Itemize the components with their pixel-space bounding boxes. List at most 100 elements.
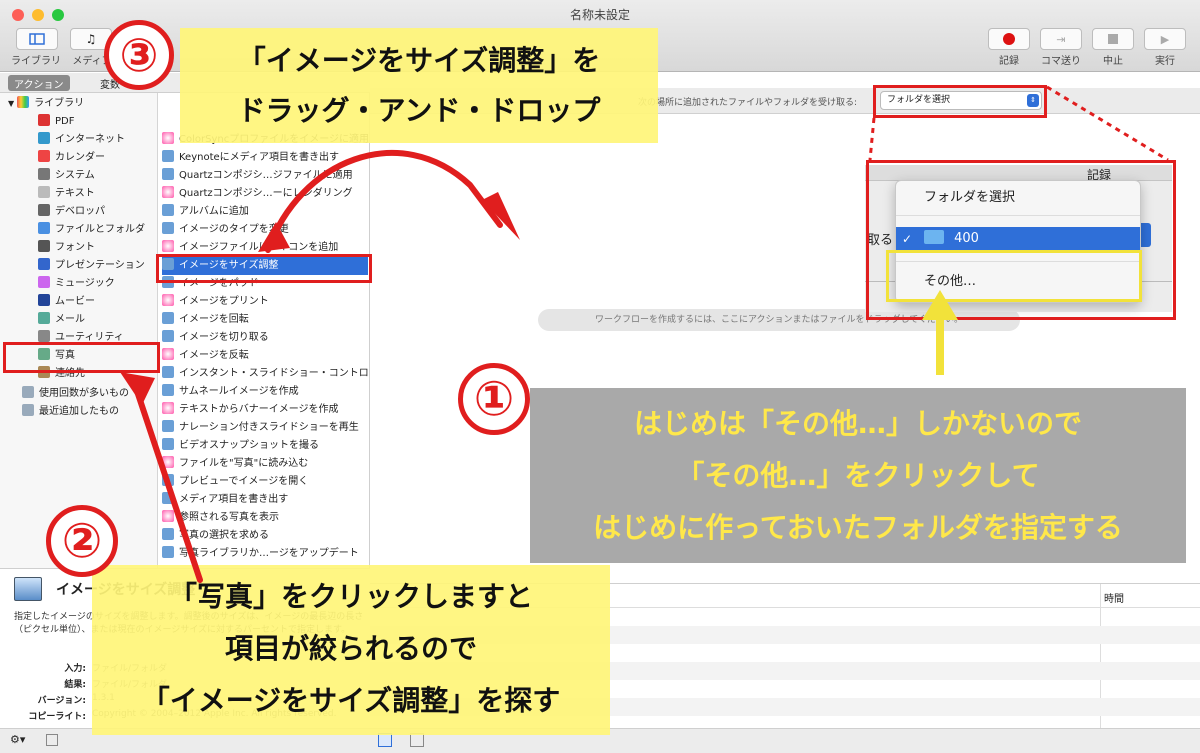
- action-item-label: イメージをプリント: [179, 296, 269, 307]
- library-item-label: デベロッパ: [55, 206, 105, 217]
- library-item-label: PDF: [55, 116, 75, 127]
- action-icon: [162, 204, 174, 216]
- library-list: ▼ ライブラリ PDF インターネットカレンダーシステムテキストデベロッパファイルと…: [0, 93, 158, 568]
- highlight-folder-select: [873, 85, 1047, 118]
- action-item-15[interactable]: テキストからバナーイメージを作成: [162, 401, 368, 419]
- action-icon: [162, 510, 174, 522]
- library-item-5[interactable]: デベロッパ: [38, 203, 105, 221]
- library-item-label: インターネット: [55, 134, 125, 145]
- sidebar-icon: [29, 33, 45, 45]
- action-item-23[interactable]: 写真ライブラリか…ージをアップデート: [162, 545, 368, 563]
- smart-folder-0[interactable]: 使用回数が多いもの: [22, 385, 129, 403]
- action-item-label: 写真ライブラリか…ージをアップデート: [179, 548, 359, 559]
- action-item-22[interactable]: 写真の選択を求める: [162, 527, 368, 545]
- library-item-0[interactable]: PDF: [38, 113, 74, 131]
- window-title: 名称未設定: [569, 8, 630, 22]
- library-item-7[interactable]: フォント: [38, 239, 95, 257]
- action-item-20[interactable]: メディア項目を書き出す: [162, 491, 368, 509]
- library-item-8[interactable]: プレゼンテーション: [38, 257, 145, 275]
- list-view-icon[interactable]: [378, 733, 392, 747]
- action-item-1[interactable]: Keynoteにメディア項目を書き出す: [162, 149, 368, 167]
- stop-button[interactable]: [1092, 28, 1134, 50]
- action-icon: [162, 132, 174, 144]
- action-icon: [162, 528, 174, 540]
- library-item-label: メール: [55, 314, 85, 325]
- library-item-6[interactable]: ファイルとフォルダ: [38, 221, 145, 239]
- action-item-10[interactable]: イメージを回転: [162, 311, 368, 329]
- action-item-label: プレビューでイメージを開く: [179, 476, 309, 487]
- action-item-label: イメージのタイプを変更: [179, 224, 289, 235]
- stop-label: 中止: [1103, 56, 1123, 67]
- library-root-label: ライブラリ: [34, 98, 85, 109]
- action-item-4[interactable]: アルバムに追加: [162, 203, 368, 221]
- action-item-label: イメージを反転: [179, 350, 249, 361]
- gear-icon[interactable]: ⚙︎▾: [10, 733, 25, 746]
- music-note-icon: ♫: [85, 32, 97, 46]
- record-icon: [1003, 33, 1015, 45]
- action-item-13[interactable]: インスタント・スライドショー・コントローラ: [162, 365, 368, 383]
- action-item-3[interactable]: Quartzコンポジシ…ーにレンダリング: [162, 185, 368, 203]
- action-item-9[interactable]: イメージをプリント: [162, 293, 368, 311]
- action-item-2[interactable]: Quartzコンポジシ…ジファイルに適用: [162, 167, 368, 185]
- action-icon: [162, 456, 174, 468]
- library-item-label: テキスト: [55, 188, 95, 199]
- library-item-label: ファイルとフォルダ: [55, 224, 145, 235]
- step-button[interactable]: ⇥: [1040, 28, 1082, 50]
- note1-line-1: はじめは「その他…」しかないので: [633, 407, 1082, 440]
- annotation-number-1: ①: [458, 363, 530, 435]
- smart-folder-1[interactable]: 最近追加したもの: [22, 403, 119, 421]
- category-icon: [38, 114, 50, 126]
- action-item-14[interactable]: サムネールイメージを作成: [162, 383, 368, 401]
- action-icon: [162, 294, 174, 306]
- library-root[interactable]: ▼ ライブラリ: [8, 95, 84, 113]
- annotation-number-2: ②: [46, 505, 118, 577]
- action-item-11[interactable]: イメージを切り取る: [162, 329, 368, 347]
- library-toggle-button[interactable]: [16, 28, 58, 50]
- action-item-label: サムネールイメージを作成: [179, 386, 299, 397]
- library-item-label: ムービー: [55, 296, 95, 307]
- library-item-label: フォント: [55, 242, 95, 253]
- category-icon: [38, 186, 50, 198]
- annotation-note-3: 「イメージをサイズ調整」を ドラッグ・アンド・ドロップ: [180, 28, 658, 143]
- library-item-1[interactable]: インターネット: [38, 131, 125, 149]
- run-button[interactable]: ▶: [1144, 28, 1186, 50]
- highlight-photos: [3, 342, 160, 373]
- flow-view-icon[interactable]: [410, 733, 424, 747]
- category-icon: [38, 168, 50, 180]
- action-item-label: ファイルを"写真"に読み込む: [179, 458, 309, 469]
- action-item-label: 写真の選択を求める: [179, 530, 269, 541]
- library-item-4[interactable]: テキスト: [38, 185, 95, 203]
- collapse-icon[interactable]: [46, 734, 58, 746]
- action-item-18[interactable]: ファイルを"写真"に読み込む: [162, 455, 368, 473]
- action-item-19[interactable]: プレビューでイメージを開く: [162, 473, 368, 491]
- action-item-17[interactable]: ビデオスナップショットを撮る: [162, 437, 368, 455]
- resize-image-icon: [14, 577, 42, 601]
- category-icon: [38, 132, 50, 144]
- action-icon: [162, 546, 174, 558]
- action-item-label: ナレーション付きスライドショーを再生: [179, 422, 359, 433]
- action-item-label: テキストからバナーイメージを作成: [179, 404, 339, 415]
- action-item-16[interactable]: ナレーション付きスライドショーを再生: [162, 419, 368, 437]
- library-item-label: プレゼンテーション: [55, 260, 145, 271]
- action-item-5[interactable]: イメージのタイプを変更: [162, 221, 368, 239]
- note1-line-3: はじめに作っておいたフォルダを指定する: [593, 511, 1123, 544]
- action-icon: [162, 402, 174, 414]
- smart-folder-label: 使用回数が多いもの: [39, 388, 129, 399]
- note2-line-2: 項目が絞られるので: [224, 632, 477, 665]
- receive-label: 次の場所に追加されたファイルやフォルダを受け取る:: [638, 98, 858, 108]
- library-label: ライブラリ: [11, 56, 61, 67]
- category-icon: [38, 312, 50, 324]
- library-item-2[interactable]: カレンダー: [38, 149, 105, 167]
- action-icon: [162, 366, 174, 378]
- library-item-label: システム: [55, 170, 95, 181]
- library-item-3[interactable]: システム: [38, 167, 95, 185]
- library-item-11[interactable]: メール: [38, 311, 85, 329]
- library-item-10[interactable]: ムービー: [38, 293, 95, 311]
- field-label: バージョン:: [37, 696, 86, 706]
- tab-actions[interactable]: アクション: [8, 75, 70, 91]
- action-icon: [162, 330, 174, 342]
- action-item-12[interactable]: イメージを反転: [162, 347, 368, 365]
- library-item-9[interactable]: ミュージック: [38, 275, 115, 293]
- record-button[interactable]: [988, 28, 1030, 50]
- action-item-21[interactable]: 参照される写真を表示: [162, 509, 368, 527]
